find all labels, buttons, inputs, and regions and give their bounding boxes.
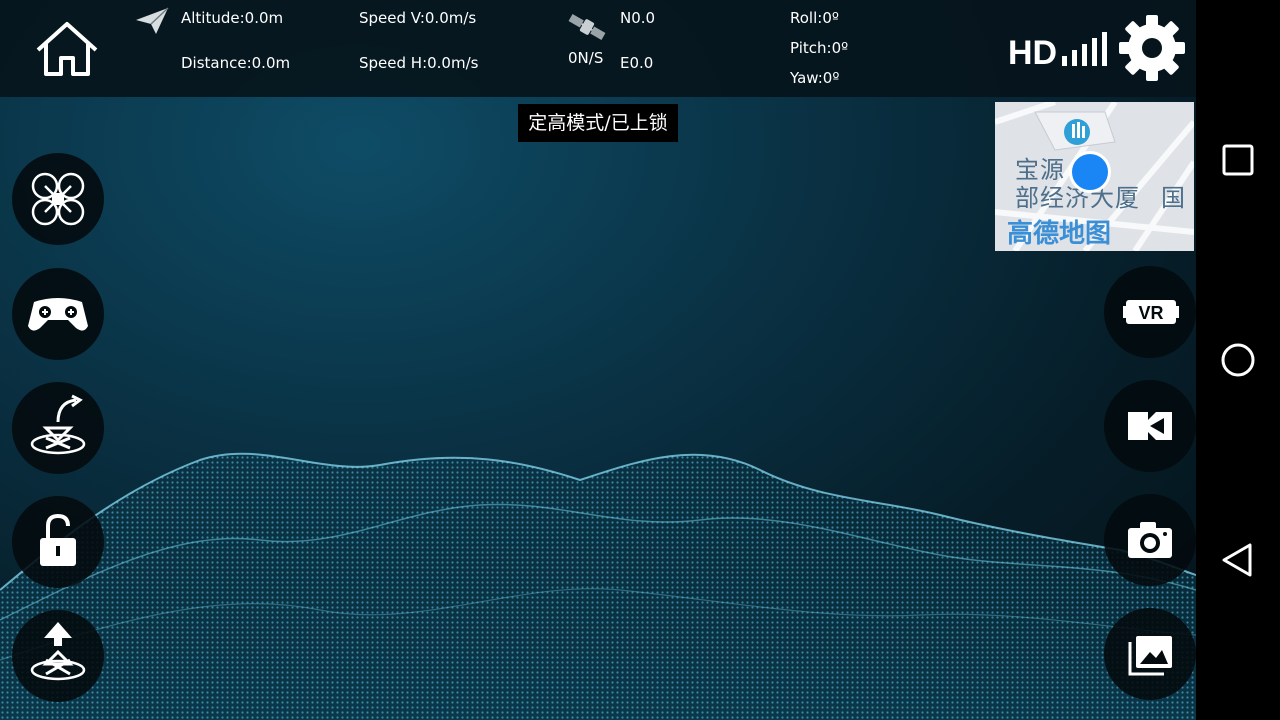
camera-capture-button[interactable] [1104,494,1196,586]
roll-readout: Roll:0º [790,9,839,27]
camera-view: Altitude:0.0m Distance:0.0m Speed V:0.0m… [0,0,1196,720]
one-key-landing-button[interactable] [12,610,104,702]
gamepad-button[interactable] [12,268,104,360]
altitude-readout: Altitude:0.0m [181,9,284,27]
mini-map[interactable]: 宝源 总 部经济大厦 国 高德地图 [995,102,1194,251]
video-camera-icon [1128,412,1172,440]
hd-signal-icon: HD [1008,32,1107,68]
pitch-readout: Pitch:0º [790,39,849,57]
current-location-marker [1069,151,1111,193]
gallery-icon [1128,636,1172,676]
gamepad-icon [28,298,88,331]
back-triangle-icon[interactable] [1218,540,1258,580]
map-poi-label-3: 国 [1161,184,1185,212]
flight-mode-banner: 定高模式/已上锁 [518,104,678,142]
video-record-button[interactable] [1104,380,1196,472]
vertical-speed-readout: Speed V:0.0m/s [359,9,477,27]
home-circle-icon[interactable] [1218,340,1258,380]
camera-icon [1128,522,1172,558]
android-navigation-bar [1196,0,1280,720]
vr-mode-button[interactable]: VR [1104,266,1196,358]
home-icon[interactable] [34,20,100,78]
drone-mode-button[interactable] [12,153,104,245]
unlocked-padlock-icon [40,513,76,566]
vr-icon: VR [1123,300,1179,324]
one-key-takeoff-button[interactable] [12,382,104,474]
particle-wave-background [0,452,1196,720]
east-coordinate: E0.0 [620,54,654,72]
satellite-count: 0N/S [568,49,604,67]
hd-label: HD [1008,34,1057,68]
recent-apps-icon[interactable] [1218,140,1258,180]
gallery-button[interactable] [1104,608,1196,700]
distance-readout: Distance:0.0m [181,54,291,72]
quadcopter-icon [31,172,85,226]
satellite-icon [568,14,606,40]
horizontal-speed-readout: Speed H:0.0m/s [359,54,479,72]
vr-icon-label: VR [1138,303,1163,323]
settings-gear-icon[interactable] [1118,14,1186,82]
telemetry-bar: Altitude:0.0m Distance:0.0m Speed V:0.0m… [0,0,1196,97]
takeoff-icon [30,394,86,455]
yaw-readout: Yaw:0º [790,69,840,87]
paper-plane-icon [136,7,169,34]
landing-icon [30,622,86,681]
north-coordinate: N0.0 [620,9,656,27]
map-provider-logo: 高德地图 [1007,219,1112,249]
lock-button[interactable] [12,496,104,588]
